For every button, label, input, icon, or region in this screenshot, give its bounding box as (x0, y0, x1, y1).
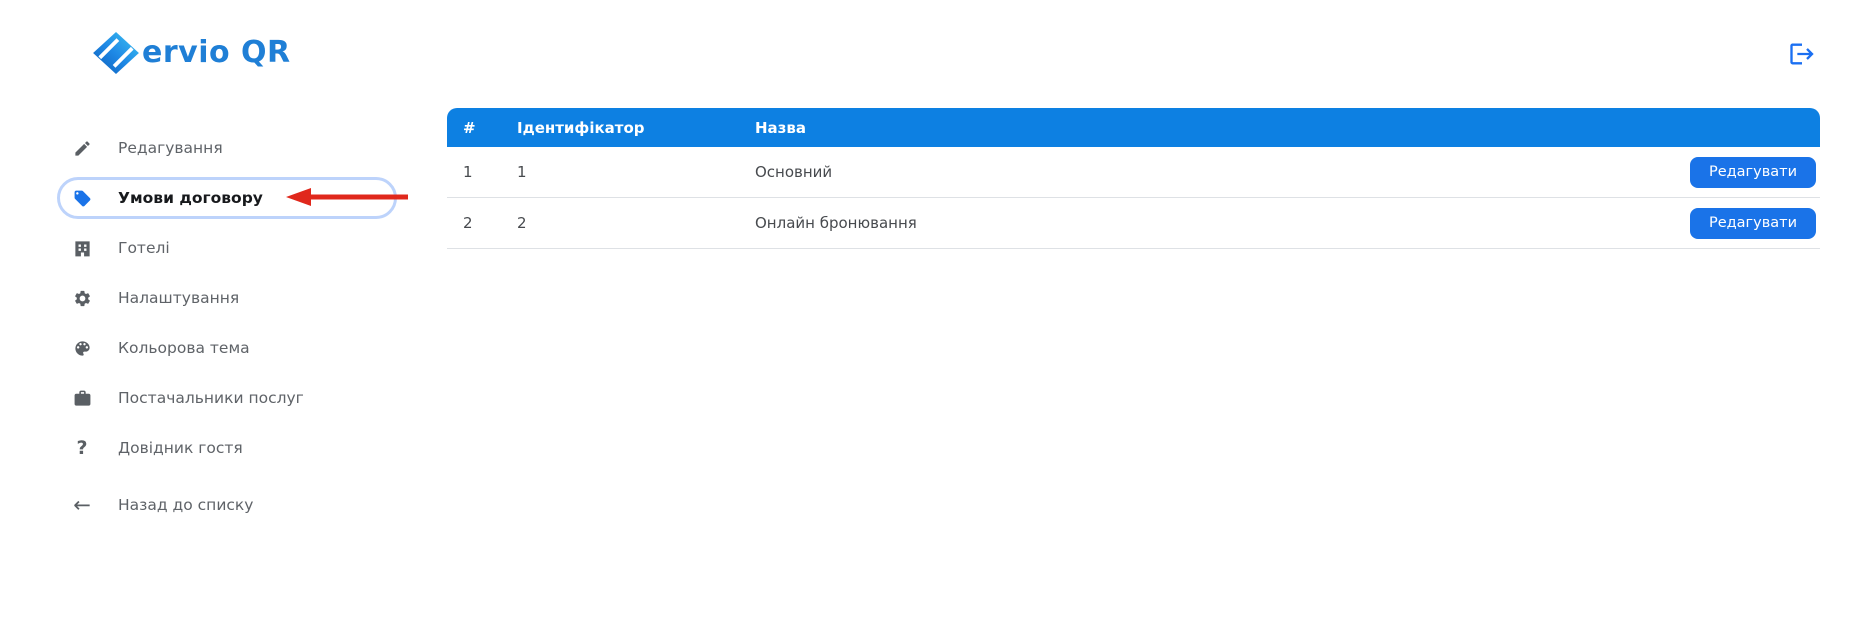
sidebar-item-back-to-list[interactable]: ← Назад до списку (57, 484, 397, 526)
cell-num: 2 (447, 214, 502, 232)
briefcase-icon (72, 388, 92, 408)
cell-id: 2 (502, 214, 740, 232)
pencil-icon (72, 138, 92, 158)
sidebar-item-label: Постачальники послуг (118, 389, 304, 407)
tag-icon (72, 188, 92, 208)
sidebar-item-label: Довідник гостя (118, 439, 243, 457)
sidebar-item-label: Редагування (118, 139, 223, 157)
cell-name: Основний (740, 163, 1670, 181)
app-logo[interactable]: ervio QR (93, 32, 291, 74)
sidebar-item-guest-guide[interactable]: ? Довідник гостя (57, 427, 397, 469)
sidebar-item-hotels[interactable]: Готелі (57, 227, 397, 269)
table-row: 2 2 Онлайн бронювання Редагувати (447, 198, 1820, 249)
sidebar-item-service-providers[interactable]: Постачальники послуг (57, 377, 397, 419)
sidebar-item-label: Умови договору (118, 189, 263, 207)
sidebar-item-editing[interactable]: Редагування (57, 127, 397, 169)
cell-name: Онлайн бронювання (740, 214, 1670, 232)
sidebar-item-color-theme[interactable]: Кольорова тема (57, 327, 397, 369)
sidebar: Редагування Умови договору Готелі Налашт… (57, 127, 399, 534)
question-icon: ? (72, 438, 92, 458)
column-header-name: Назва (740, 119, 1670, 137)
cell-num: 1 (447, 163, 502, 181)
logout-button[interactable] (1788, 40, 1818, 70)
logout-icon (1788, 40, 1816, 68)
palette-icon (72, 338, 92, 358)
sidebar-item-settings[interactable]: Налаштування (57, 277, 397, 319)
sidebar-item-label: Готелі (118, 239, 170, 257)
column-header-id: Ідентифікатор (502, 119, 740, 137)
edit-button[interactable]: Редагувати (1690, 157, 1816, 188)
cell-id: 1 (502, 163, 740, 181)
gear-icon (72, 288, 92, 308)
logo-text: ervio QR (142, 32, 291, 74)
sidebar-item-contract-terms[interactable]: Умови договору (57, 177, 397, 219)
sidebar-item-label: Назад до списку (118, 496, 253, 514)
edit-button[interactable]: Редагувати (1690, 208, 1816, 239)
hotel-icon (72, 238, 92, 258)
sidebar-item-label: Налаштування (118, 289, 239, 307)
arrow-left-icon: ← (72, 495, 92, 515)
column-header-num: # (447, 119, 502, 137)
contract-terms-table: # Ідентифікатор Назва 1 1 Основний Редаг… (447, 108, 1820, 249)
servio-diamond-icon (93, 32, 139, 74)
table-row: 1 1 Основний Редагувати (447, 147, 1820, 198)
sidebar-item-label: Кольорова тема (118, 339, 250, 357)
table-header-row: # Ідентифікатор Назва (447, 108, 1820, 147)
